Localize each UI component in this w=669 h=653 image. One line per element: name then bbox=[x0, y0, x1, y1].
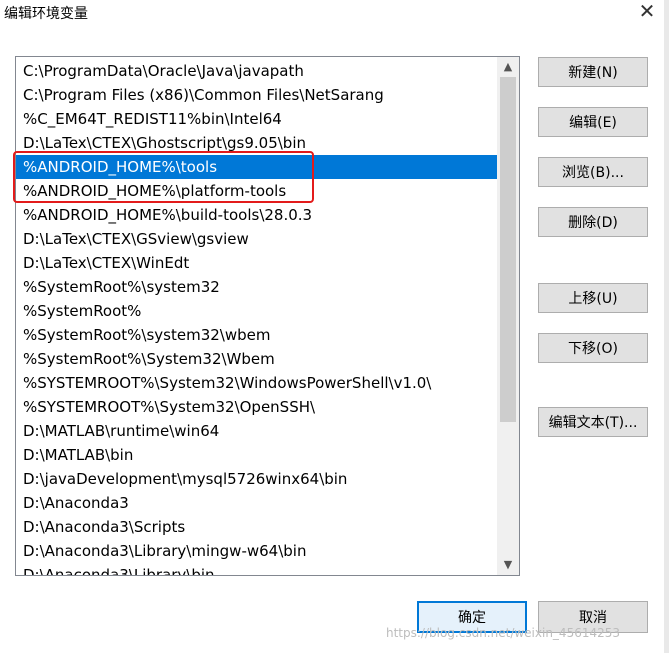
list-item[interactable]: %SYSTEMROOT%\System32\WindowsPowerShell\… bbox=[16, 371, 497, 395]
vertical-scrollbar[interactable]: ▲ ▼ bbox=[497, 57, 519, 575]
list-item[interactable]: D:\Anaconda3\Library\mingw-w64\bin bbox=[16, 539, 497, 563]
list-item[interactable]: %ANDROID_HOME%\build-tools\28.0.3 bbox=[16, 203, 497, 227]
close-icon[interactable]: ✕ bbox=[636, 0, 658, 22]
list-item[interactable]: C:\ProgramData\Oracle\Java\javapath bbox=[16, 59, 497, 83]
scrollbar-thumb[interactable] bbox=[500, 77, 516, 422]
list-item-selected[interactable]: %ANDROID_HOME%\tools bbox=[16, 155, 497, 179]
list-item[interactable]: %SystemRoot%\system32\wbem bbox=[16, 323, 497, 347]
list-item[interactable]: D:\MATLAB\bin bbox=[16, 443, 497, 467]
window-title: 编辑环境变量 bbox=[4, 6, 88, 22]
list-item[interactable]: %ANDROID_HOME%\platform-tools bbox=[16, 179, 497, 203]
browse-button[interactable]: 浏览(B)... bbox=[538, 157, 648, 187]
list-item[interactable]: D:\LaTex\CTEX\GSview\gsview bbox=[16, 227, 497, 251]
new-button[interactable]: 新建(N) bbox=[538, 57, 648, 87]
list-item[interactable]: D:\Anaconda3 bbox=[16, 491, 497, 515]
list-item[interactable]: D:\Anaconda3\Scripts bbox=[16, 515, 497, 539]
list-item[interactable]: D:\LaTex\CTEX\Ghostscript\gs9.05\bin bbox=[16, 131, 497, 155]
window-edge bbox=[664, 0, 669, 653]
list-item[interactable]: %C_EM64T_REDIST11%bin\Intel64 bbox=[16, 107, 497, 131]
list-item[interactable]: D:\MATLAB\runtime\win64 bbox=[16, 419, 497, 443]
list-item[interactable]: D:\LaTex\CTEX\WinEdt bbox=[16, 251, 497, 275]
path-list[interactable]: C:\ProgramData\Oracle\Java\javapath C:\P… bbox=[15, 56, 520, 576]
list-item[interactable]: %SYSTEMROOT%\System32\OpenSSH\ bbox=[16, 395, 497, 419]
title-bar: 编辑环境变量 ✕ bbox=[0, 0, 669, 26]
list-item[interactable]: %SystemRoot%\system32 bbox=[16, 275, 497, 299]
chevron-down-icon[interactable]: ▼ bbox=[497, 555, 519, 575]
move-up-button[interactable]: 上移(U) bbox=[538, 283, 648, 313]
watermark: https://blog.csdn.net/weixin_45614253 bbox=[386, 626, 621, 640]
chevron-up-icon[interactable]: ▲ bbox=[497, 57, 519, 77]
move-down-button[interactable]: 下移(O) bbox=[538, 333, 648, 363]
list-item[interactable]: C:\Program Files (x86)\Common Files\NetS… bbox=[16, 83, 497, 107]
list-item[interactable]: D:\javaDevelopment\mysql5726winx64\bin bbox=[16, 467, 497, 491]
list-item[interactable]: %SystemRoot%\System32\Wbem bbox=[16, 347, 497, 371]
edit-button[interactable]: 编辑(E) bbox=[538, 107, 648, 137]
edit-text-button[interactable]: 编辑文本(T)... bbox=[538, 407, 648, 437]
list-item[interactable]: D:\Anaconda3\Library\bin bbox=[16, 563, 497, 575]
path-list-rows: C:\ProgramData\Oracle\Java\javapath C:\P… bbox=[16, 59, 497, 575]
delete-button[interactable]: 删除(D) bbox=[538, 207, 648, 237]
list-item[interactable]: %SystemRoot% bbox=[16, 299, 497, 323]
